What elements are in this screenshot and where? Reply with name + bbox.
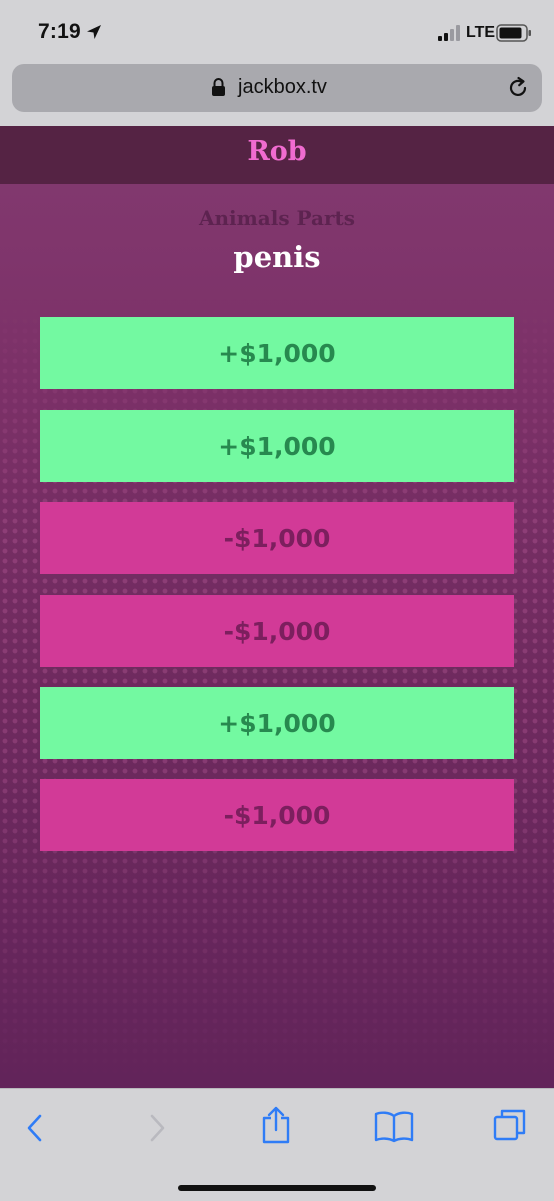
home-indicator (178, 1185, 376, 1191)
status-time: 7:19 (38, 20, 81, 43)
game-screen: Rob Animals Parts penis +$1,000 +$1,000 … (0, 126, 554, 1088)
browser-toolbar (0, 1088, 554, 1201)
forward-icon[interactable] (146, 1113, 168, 1143)
tabs-icon[interactable] (492, 1107, 528, 1143)
network-label: LTE (466, 24, 496, 41)
signal-icon (438, 25, 460, 41)
battery-icon (496, 24, 531, 42)
bet-button[interactable]: +$1,000 (40, 317, 514, 389)
player-header: Rob (0, 126, 554, 184)
bet-button[interactable]: +$1,000 (40, 687, 514, 759)
bet-button[interactable]: +$1,000 (40, 410, 514, 482)
lock-icon (212, 78, 225, 96)
bet-button[interactable]: -$1,000 (40, 779, 514, 851)
status-bar: 7:19 LTE (0, 0, 554, 62)
url-text: jackbox.tv (238, 76, 327, 98)
category-title: Animals Parts (198, 206, 356, 230)
back-icon[interactable] (24, 1113, 46, 1143)
share-icon[interactable] (260, 1105, 292, 1145)
reload-icon[interactable] (506, 76, 530, 100)
location-arrow-icon (87, 25, 101, 39)
bet-button[interactable]: -$1,000 (40, 595, 514, 667)
address-bar[interactable]: jackbox.tv (12, 64, 542, 112)
bet-button[interactable]: -$1,000 (40, 502, 514, 574)
player-name: Rob (247, 136, 307, 167)
answer-text: penis (233, 240, 321, 274)
bookmarks-icon[interactable] (374, 1109, 414, 1143)
